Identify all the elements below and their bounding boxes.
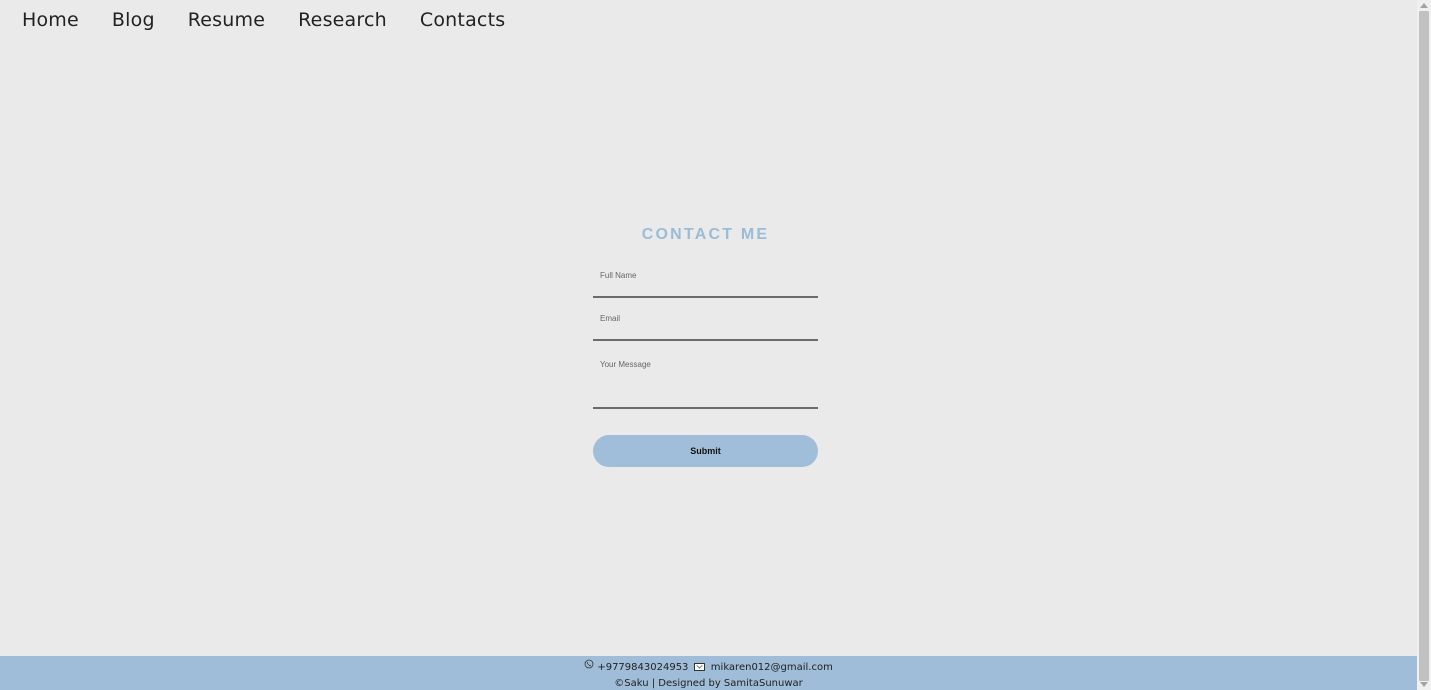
nav-resume-link[interactable]: Resume bbox=[188, 9, 265, 31]
page: Home Blog Resume Research Contacts CONTA… bbox=[0, 0, 1431, 690]
nav-blog-link[interactable]: Blog bbox=[112, 9, 155, 31]
contact-form: CONTACT ME Submit bbox=[593, 226, 818, 467]
full-name-input[interactable] bbox=[593, 266, 818, 296]
viewport: Home Blog Resume Research Contacts CONTA… bbox=[0, 0, 1417, 690]
message-textarea[interactable] bbox=[593, 352, 818, 407]
footer-phone[interactable]: +9779843024953 bbox=[597, 662, 688, 673]
top-nav: Home Blog Resume Research Contacts bbox=[0, 0, 538, 40]
scrollbar-thumb[interactable] bbox=[1419, 11, 1429, 681]
footer-contact-line: +9779843024953 mikaren012@gmail.com bbox=[0, 656, 1417, 675]
contact-title: CONTACT ME bbox=[641, 226, 770, 243]
scroll-down-arrow-icon[interactable] bbox=[1420, 682, 1428, 687]
scroll-up-arrow-icon[interactable] bbox=[1420, 3, 1428, 8]
footer: +9779843024953 mikaren012@gmail.com ©Sak… bbox=[0, 656, 1417, 690]
full-name-field-wrapper bbox=[593, 266, 818, 298]
email-input[interactable] bbox=[593, 309, 818, 339]
vertical-scrollbar[interactable] bbox=[1417, 0, 1431, 690]
message-field-wrapper bbox=[593, 352, 818, 409]
footer-credit: ©Saku | Designed by SamitaSunuwar bbox=[614, 678, 803, 689]
phone-icon bbox=[584, 659, 594, 675]
email-field-wrapper bbox=[593, 309, 818, 341]
mail-icon bbox=[693, 663, 705, 671]
nav-home-link[interactable]: Home bbox=[22, 9, 79, 31]
footer-email[interactable]: mikaren012@gmail.com bbox=[711, 662, 833, 673]
submit-button[interactable]: Submit bbox=[593, 435, 818, 467]
nav-research-link[interactable]: Research bbox=[298, 9, 387, 31]
nav-contacts-link[interactable]: Contacts bbox=[420, 9, 505, 31]
